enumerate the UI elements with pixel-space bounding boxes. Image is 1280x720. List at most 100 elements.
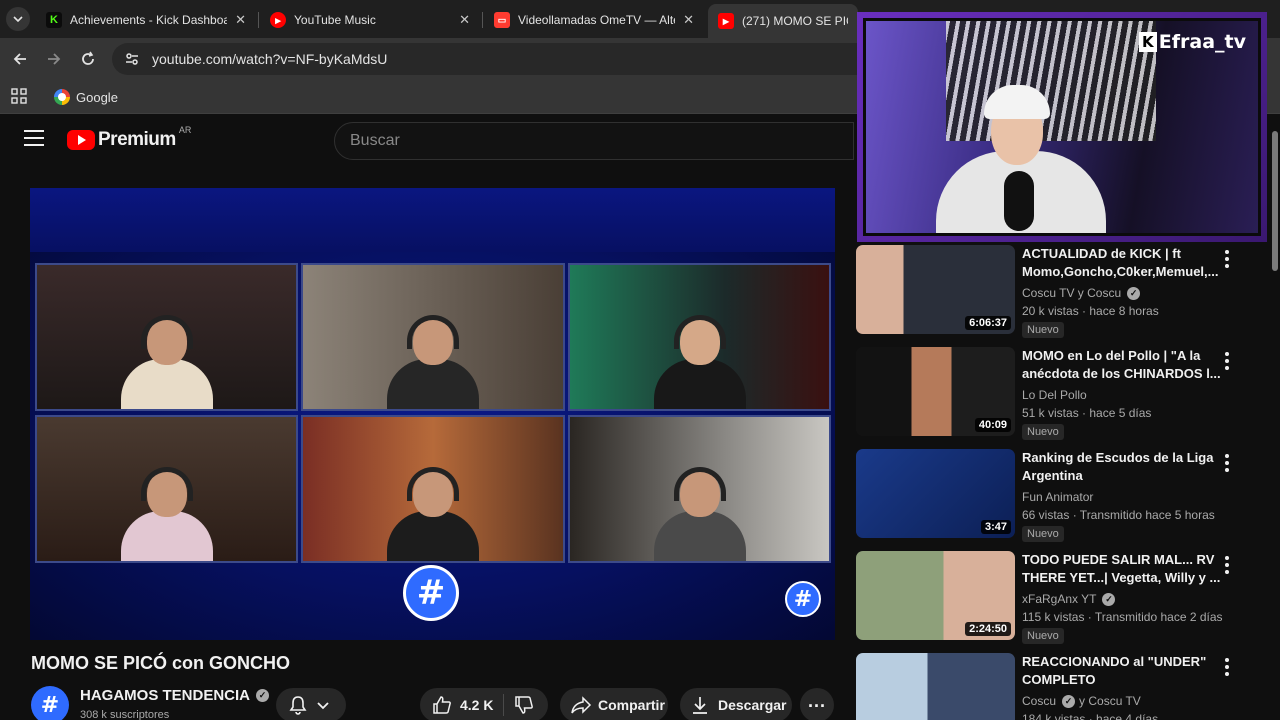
like-dislike-group: 4.2 K	[420, 688, 548, 720]
reload-icon	[82, 51, 94, 65]
youtube-music-icon: ▸	[270, 12, 286, 28]
thumbs-down-icon	[515, 696, 534, 714]
video-title[interactable]: Ranking de Escudos de la Liga Argentina	[1022, 449, 1222, 485]
screen: K Achievements - Kick Dashboard ✕ ▸ YouT…	[0, 0, 1280, 720]
video-player[interactable]: # #	[30, 188, 835, 640]
webcam-tile-3	[568, 263, 831, 411]
verified-icon: ✓	[1102, 592, 1116, 606]
recommendation-item[interactable]: REACCIONANDO al "UNDER" COMPLETO Coscu ✓ y…	[856, 650, 1268, 720]
address-bar[interactable]: youtube.com/watch?v=NF-byKaMdsU	[112, 43, 872, 75]
menu-icon[interactable]	[24, 130, 44, 146]
apps-button[interactable]	[11, 88, 27, 109]
close-tab-icon[interactable]: ✕	[683, 12, 694, 28]
reload-button[interactable]	[76, 47, 100, 71]
more-vert-icon[interactable]	[1222, 352, 1232, 370]
video-thumbnail[interactable]: 2:24:50	[856, 551, 1015, 640]
striped-wall	[946, 21, 1156, 141]
channel-name-text: Fun Animator	[1022, 490, 1094, 504]
tab-title: YouTube Music	[294, 13, 376, 27]
download-label: Descargar	[718, 697, 787, 713]
channel-name-text: Coscu TV y Coscu	[1022, 286, 1122, 300]
channel-name[interactable]: Fun Animator	[1022, 490, 1093, 504]
channel-name-text: Lo Del Pollo	[1022, 388, 1087, 402]
recommendation-item[interactable]: 6:06:37 ACTUALIDAD de KICK | ft Momo,Gon…	[856, 242, 1268, 338]
video-title[interactable]: TODO PUEDE SALIR MAL... RV THERE YET...|…	[1022, 551, 1222, 587]
search-box[interactable]	[334, 122, 854, 160]
recommendation-item[interactable]: 3:47 Ranking de Escudos de la Liga Argen…	[856, 446, 1268, 542]
channel-avatar[interactable]: #	[31, 686, 69, 720]
tab-youtube-video[interactable]: ▶ (271) MOMO SE PICÓ c	[708, 4, 858, 38]
share-button[interactable]: Compartir	[560, 688, 668, 720]
streamer-webcam-overlay: K Efraa_tv	[857, 12, 1267, 242]
new-badge: Nuevo	[1022, 322, 1064, 338]
verified-icon: ✓	[1062, 694, 1076, 708]
share-label: Compartir	[598, 697, 665, 713]
tab-kick-dashboard[interactable]: K Achievements - Kick Dashboard ✕	[36, 6, 256, 34]
dislike-button[interactable]	[504, 688, 544, 720]
share-icon	[571, 696, 592, 714]
new-badge: Nuevo	[1022, 526, 1064, 542]
verified-icon: ✓	[1127, 286, 1141, 300]
site-settings-icon[interactable]	[124, 51, 140, 67]
page-scrollbar[interactable]	[1269, 114, 1280, 720]
video-thumbnail[interactable]	[856, 653, 1015, 720]
channel-name[interactable]: Coscu TV y Coscu ✓	[1022, 286, 1141, 300]
more-horizontal-icon: ...	[807, 690, 826, 711]
close-tab-icon[interactable]: ✕	[235, 12, 246, 28]
recommendation-item[interactable]: 40:09 MOMO en Lo del Pollo | "A la anécd…	[856, 344, 1268, 440]
download-button[interactable]: Descargar	[680, 688, 792, 720]
recommendation-item[interactable]: 2:24:50 TODO PUEDE SALIR MAL... RV THERE…	[856, 548, 1268, 644]
notifications-button[interactable]	[276, 688, 346, 720]
channel-name[interactable]: HAGAMOS TENDENCIA ✓	[80, 687, 270, 704]
video-title: MOMO SE PICÓ con GONCHO	[31, 653, 291, 673]
close-tab-icon[interactable]: ✕	[459, 12, 470, 28]
webcam-tile-4	[35, 415, 298, 563]
video-thumbnail[interactable]: 6:06:37	[856, 245, 1015, 334]
back-button[interactable]	[8, 47, 32, 71]
more-vert-icon[interactable]	[1222, 250, 1232, 268]
more-vert-icon[interactable]	[1222, 658, 1232, 676]
channel-name[interactable]: Coscu ✓ y Coscu TV	[1022, 694, 1141, 708]
video-thumbnail[interactable]: 3:47	[856, 449, 1015, 538]
tab-search-button[interactable]	[6, 7, 30, 31]
youtube-logo-icon	[67, 130, 95, 150]
webcam-tile-1	[35, 263, 298, 411]
streamer-tag: K Efraa_tv	[1138, 31, 1246, 53]
channel-name-text: xFaRgAnx YT	[1022, 592, 1097, 606]
youtube-premium-logo[interactable]: Premium AR	[67, 125, 191, 151]
forward-button[interactable]	[42, 47, 66, 71]
bell-icon	[289, 696, 307, 715]
webcam-tile-2	[301, 263, 565, 411]
video-meta: 51 k vistas · hace 5 días	[1022, 406, 1152, 420]
download-icon	[693, 697, 707, 714]
recommendations-list: 6:06:37 ACTUALIDAD de KICK | ft Momo,Gon…	[856, 242, 1268, 720]
url-text: youtube.com/watch?v=NF-byKaMdsU	[152, 51, 388, 67]
channel-name[interactable]: Lo Del Pollo	[1022, 388, 1087, 402]
brand-text: Premium	[98, 129, 176, 150]
video-meta: 20 k vistas · hace 8 horas	[1022, 304, 1159, 318]
video-duration: 6:06:37	[965, 316, 1011, 330]
video-title[interactable]: REACCIONANDO al "UNDER" COMPLETO	[1022, 653, 1222, 689]
video-title[interactable]: ACTUALIDAD de KICK | ft Momo,Goncho,C0ke…	[1022, 245, 1222, 281]
bookmark-google[interactable]: Google	[54, 86, 118, 108]
more-vert-icon[interactable]	[1222, 454, 1232, 472]
video-thumbnail[interactable]: 40:09	[856, 347, 1015, 436]
video-title[interactable]: MOMO en Lo del Pollo | "A la anécdota de…	[1022, 347, 1222, 383]
like-count: 4.2 K	[460, 697, 494, 713]
channel-name[interactable]: xFaRgAnx YT ✓	[1022, 592, 1116, 606]
tab-youtube-music[interactable]: ▸ YouTube Music ✕	[260, 6, 480, 34]
video-meta: 66 vistas · Transmitido hace 5 horas	[1022, 508, 1215, 522]
video-meta: 184 k vistas · hace 4 días	[1022, 712, 1159, 720]
more-vert-icon[interactable]	[1222, 556, 1232, 574]
channel-name-text: y Coscu TV	[1079, 694, 1141, 708]
like-button[interactable]: 4.2 K	[420, 688, 503, 720]
scrollbar-thumb[interactable]	[1272, 131, 1278, 271]
thumbs-up-icon	[433, 696, 451, 714]
kick-icon: K	[46, 12, 62, 28]
search-input[interactable]	[350, 132, 853, 150]
video-duration: 3:47	[980, 520, 1011, 534]
youtube-icon: ▶	[718, 13, 734, 29]
tab-ometv[interactable]: ▭ Videollamadas OmeTV — Alter ✕	[484, 6, 704, 34]
more-actions-button[interactable]: ...	[800, 688, 834, 720]
kick-logo-icon: K	[1138, 32, 1157, 52]
